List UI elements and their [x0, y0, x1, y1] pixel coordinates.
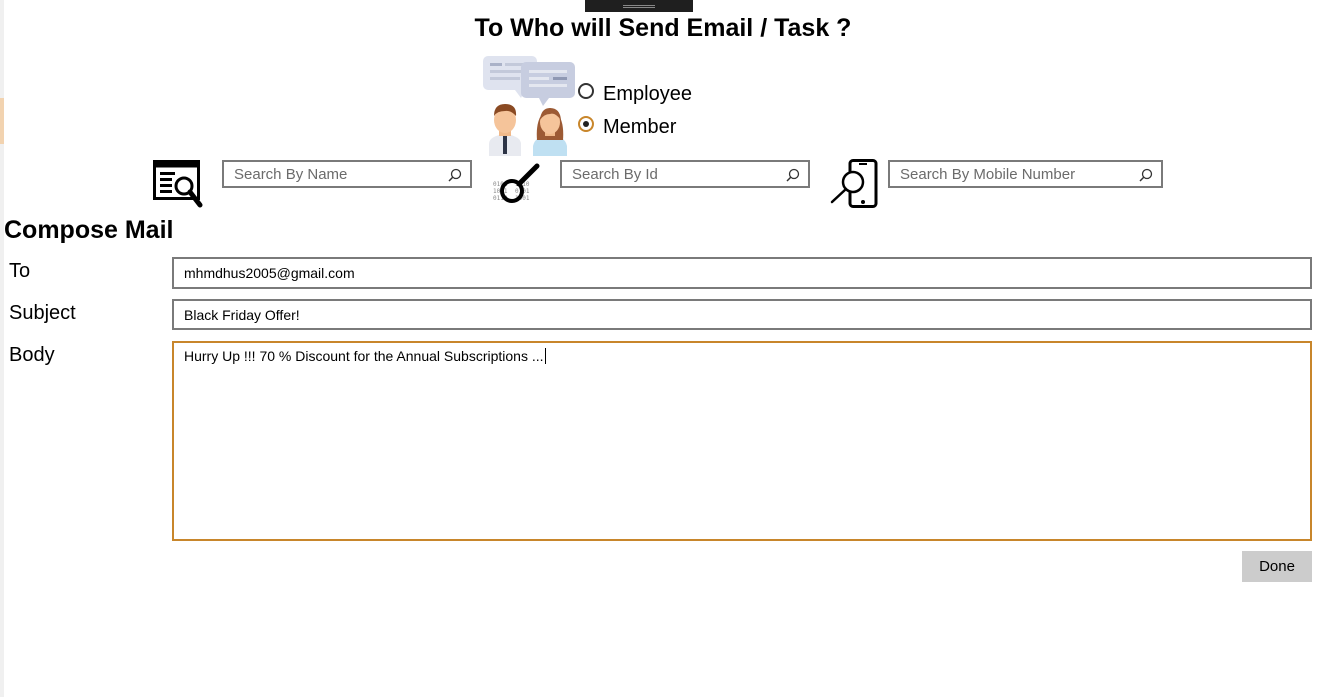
radio-label-employee: Employee: [603, 83, 692, 105]
text-caret: [544, 348, 546, 364]
radio-employee[interactable]: Employee: [578, 78, 692, 111]
search-by-mobile-box: [888, 160, 1163, 188]
to-label: To: [9, 260, 31, 282]
compose-mail-title: Compose Mail: [4, 216, 174, 244]
page-title: To Who will Send Email / Task ?: [474, 14, 852, 42]
done-button[interactable]: Done: [1242, 551, 1312, 582]
radio-label-member: Member: [603, 116, 677, 138]
id-card-search-icon[interactable]: [153, 160, 203, 208]
radio-member[interactable]: Member: [578, 111, 692, 144]
grip-icon: [623, 5, 655, 8]
left-accent-marker: [0, 98, 4, 144]
chat-people-illustration: [483, 56, 575, 156]
subject-field: [172, 299, 1312, 330]
to-input[interactable]: [174, 259, 1310, 287]
recipient-type-radio-group: Employee Member: [578, 78, 692, 144]
body-text: Hurry Up !!! 70 % Discount for the Annua…: [184, 348, 544, 364]
window-drag-handle[interactable]: [585, 0, 693, 12]
body-textarea[interactable]: Hurry Up !!! 70 % Discount for the Annua…: [172, 341, 1312, 541]
search-by-name-box: [222, 160, 472, 188]
search-by-name-input[interactable]: [224, 162, 470, 186]
radio-button-employee[interactable]: [578, 82, 594, 99]
radio-button-member[interactable]: [578, 115, 594, 132]
search-by-id-input[interactable]: [562, 162, 808, 186]
body-label: Body: [9, 344, 55, 366]
search-by-mobile-input[interactable]: [890, 162, 1161, 186]
magnifier-icon[interactable]: [448, 168, 462, 182]
search-by-id-box: [560, 160, 810, 188]
subject-label: Subject: [9, 302, 76, 324]
to-field: [172, 257, 1312, 289]
phone-search-icon[interactable]: [830, 159, 880, 209]
magnifier-icon[interactable]: [786, 168, 800, 182]
subject-input[interactable]: [174, 301, 1310, 328]
magnifier-icon[interactable]: [1139, 168, 1153, 182]
binary-magnifier-icon[interactable]: 010110010110 101001011001: [491, 162, 541, 208]
